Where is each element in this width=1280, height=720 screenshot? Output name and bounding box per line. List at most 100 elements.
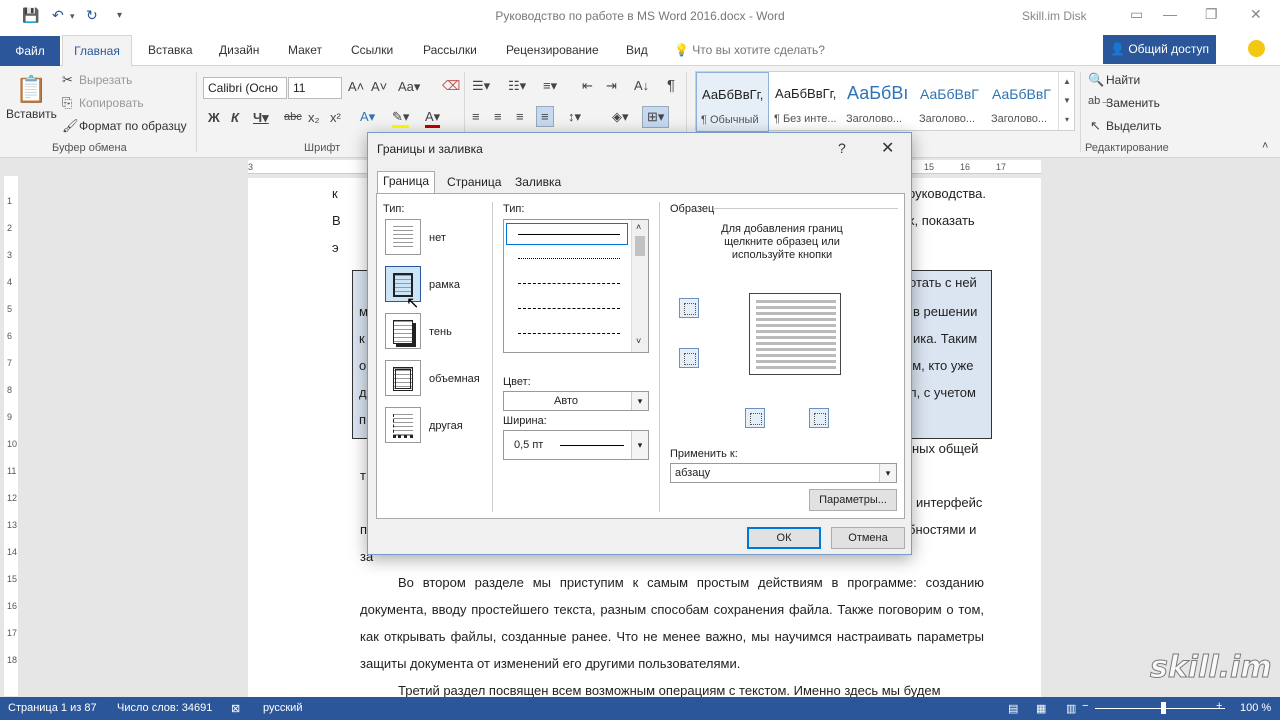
change-case-icon[interactable]: Aa▾ bbox=[398, 79, 420, 95]
superscript-icon[interactable]: x² bbox=[330, 110, 341, 125]
paste-icon[interactable]: 📋 bbox=[15, 74, 47, 105]
web-layout-icon[interactable]: ▥ bbox=[1066, 702, 1076, 715]
decrease-indent-icon[interactable]: ⇤ bbox=[582, 78, 593, 94]
text-effects-icon[interactable]: A▾ bbox=[360, 109, 375, 125]
highlight-icon[interactable]: ✎▾ bbox=[392, 109, 410, 128]
scroll-thumb[interactable] bbox=[635, 236, 645, 256]
style-heading-2[interactable]: АаБбВвГ Заголово... bbox=[915, 72, 988, 132]
ok-button[interactable]: ОК bbox=[747, 527, 821, 549]
grow-font-icon[interactable]: A˄ bbox=[348, 79, 364, 94]
clear-formatting-icon[interactable]: ⌫ bbox=[442, 78, 460, 94]
chevron-down-icon[interactable]: ▾ bbox=[879, 464, 896, 482]
tab-references[interactable]: Ссылки bbox=[351, 43, 393, 57]
help-icon[interactable]: ? bbox=[838, 140, 846, 156]
align-left-icon[interactable]: ≡ bbox=[472, 109, 480, 124]
apply-to-combo[interactable]: абзацу ▾ bbox=[670, 463, 897, 483]
bold-icon[interactable]: Ж bbox=[208, 110, 220, 125]
find-button[interactable]: Найти bbox=[1106, 73, 1140, 87]
tell-me-search[interactable]: 💡 Что вы хотите сделать? bbox=[674, 43, 825, 57]
word-count[interactable]: Число слов: 34691 bbox=[117, 702, 212, 714]
line-spacing-icon[interactable]: ↕▾ bbox=[568, 109, 581, 125]
align-right-icon[interactable]: ≡ bbox=[516, 109, 524, 124]
line-style-solid[interactable] bbox=[518, 234, 620, 235]
dialog-tab-border[interactable]: Граница bbox=[377, 171, 436, 194]
line-style-dash-dot[interactable] bbox=[518, 333, 620, 334]
tab-home[interactable]: Главная bbox=[62, 35, 132, 67]
copy-icon[interactable]: ⎘ bbox=[62, 95, 72, 111]
font-color-icon[interactable]: A▾ bbox=[425, 109, 441, 128]
line-style-dash-small[interactable] bbox=[518, 283, 620, 284]
style-heading-3[interactable]: АаБбВвГ Заголово... bbox=[987, 72, 1060, 132]
tab-design[interactable]: Дизайн bbox=[219, 43, 259, 57]
format-painter-button[interactable]: Формат по образцу bbox=[79, 119, 187, 133]
tab-layout[interactable]: Макет bbox=[288, 43, 322, 57]
read-mode-icon[interactable]: ▤ bbox=[1008, 702, 1018, 715]
cut-icon[interactable]: ✂ bbox=[62, 72, 73, 88]
preset-3d[interactable] bbox=[385, 360, 421, 396]
share-button[interactable]: 👤 Общий доступ bbox=[1103, 35, 1216, 64]
multilevel-list-icon[interactable]: ≡▾ bbox=[543, 78, 557, 94]
show-marks-icon[interactable]: ¶ bbox=[667, 77, 675, 94]
chevron-down-icon[interactable]: ▾ bbox=[631, 392, 648, 410]
strikethrough-icon[interactable]: abc bbox=[284, 111, 302, 123]
dialog-tab-shading[interactable]: Заливка bbox=[510, 173, 566, 193]
tab-file[interactable]: Файл bbox=[0, 36, 60, 66]
close-window-icon[interactable]: ✕ bbox=[1250, 6, 1262, 23]
proofing-icon[interactable]: ⊠ bbox=[231, 702, 240, 715]
justify-icon[interactable]: ≡ bbox=[536, 106, 554, 127]
bullets-icon[interactable]: ☰▾ bbox=[472, 78, 490, 94]
line-style-dotted[interactable] bbox=[518, 258, 620, 259]
close-icon[interactable]: ✕ bbox=[881, 138, 894, 158]
vertical-ruler[interactable]: 1 2 3 4 5 6 7 8 9 10 11 12 13 14 15 16 17 18 bbox=[4, 176, 18, 696]
right-border-button[interactable] bbox=[809, 408, 829, 428]
preset-custom[interactable] bbox=[385, 407, 421, 443]
zoom-out-icon[interactable]: − bbox=[1082, 700, 1088, 712]
maximize-icon[interactable]: ❐ bbox=[1205, 6, 1218, 23]
underline-icon[interactable]: Ч▾ bbox=[253, 110, 269, 126]
font-size-combo[interactable]: 11 bbox=[288, 77, 342, 99]
find-icon[interactable]: 🔍 bbox=[1088, 72, 1104, 88]
print-layout-icon[interactable]: ▦ bbox=[1036, 702, 1046, 715]
scroll-up-icon[interactable]: ˄ bbox=[636, 222, 641, 232]
copy-button[interactable]: Копировать bbox=[79, 96, 144, 110]
options-button[interactable]: Параметры... bbox=[809, 489, 897, 511]
page-count[interactable]: Страница 1 из 87 bbox=[8, 702, 97, 714]
sort-icon[interactable]: A↓ bbox=[634, 78, 649, 93]
ribbon-display-icon[interactable]: ▭ bbox=[1130, 6, 1143, 23]
cancel-button[interactable]: Отмена bbox=[831, 527, 905, 549]
left-border-button[interactable] bbox=[745, 408, 765, 428]
top-border-button[interactable] bbox=[679, 298, 699, 318]
line-style-scrollbar[interactable]: ˄ ˅ bbox=[631, 220, 648, 352]
account-name[interactable]: Skill.im Disk bbox=[1022, 9, 1087, 23]
numbering-icon[interactable]: ☷▾ bbox=[508, 78, 526, 94]
minimize-icon[interactable]: — bbox=[1163, 6, 1177, 22]
style-no-spacing[interactable]: АаБбВвГг, ¶ Без инте... bbox=[770, 72, 843, 132]
language[interactable]: русский bbox=[263, 702, 302, 714]
collapse-ribbon-icon[interactable]: ˄ bbox=[1262, 140, 1268, 152]
italic-icon[interactable]: К bbox=[231, 110, 239, 125]
zoom-slider[interactable] bbox=[1095, 708, 1225, 709]
increase-indent-icon[interactable]: ⇥ bbox=[606, 78, 617, 94]
borders-icon[interactable]: ⊞▾ bbox=[642, 106, 670, 128]
paste-button[interactable]: Вставить bbox=[6, 107, 57, 121]
cut-button[interactable]: Вырезать bbox=[79, 73, 132, 87]
tab-insert[interactable]: Вставка bbox=[148, 43, 193, 57]
align-center-icon[interactable]: ≡ bbox=[494, 109, 502, 124]
styles-scroll[interactable]: ▲ ▼ ▾ bbox=[1058, 72, 1075, 130]
select-icon[interactable]: ↖ bbox=[1090, 118, 1101, 134]
line-style-dash[interactable] bbox=[518, 308, 620, 309]
dialog-tab-page[interactable]: Страница bbox=[442, 173, 506, 193]
style-heading-1[interactable]: АаБбВı Заголово... bbox=[842, 72, 915, 132]
tab-view[interactable]: Вид bbox=[626, 43, 648, 57]
font-family-combo[interactable]: Calibri (Осно bbox=[203, 77, 287, 99]
shading-icon[interactable]: ◈▾ bbox=[612, 109, 629, 125]
zoom-level[interactable]: 100 % bbox=[1240, 702, 1271, 714]
zoom-in-icon[interactable]: + bbox=[1216, 700, 1222, 712]
select-button[interactable]: Выделить bbox=[1106, 119, 1161, 133]
tab-mailings[interactable]: Рассылки bbox=[423, 43, 477, 57]
format-painter-icon[interactable]: 🖌 bbox=[62, 118, 79, 134]
line-style-list[interactable]: ˄ ˅ bbox=[503, 219, 649, 353]
zoom-slider-thumb[interactable] bbox=[1161, 702, 1166, 714]
shrink-font-icon[interactable]: A˅ bbox=[371, 79, 387, 94]
width-combo[interactable]: 0,5 пт ▾ bbox=[503, 430, 649, 460]
